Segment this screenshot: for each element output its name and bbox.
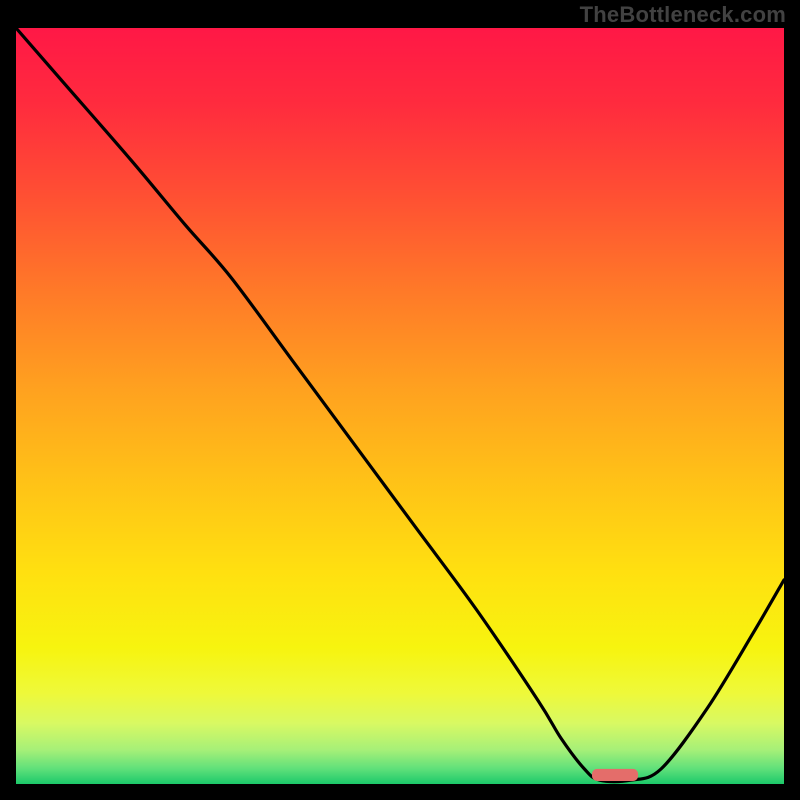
- plot-area: [16, 28, 784, 784]
- watermark-text: TheBottleneck.com: [580, 2, 786, 28]
- optimal-marker: [592, 769, 638, 781]
- chart-frame: TheBottleneck.com: [0, 0, 800, 800]
- chart-svg: [16, 28, 784, 784]
- gradient-background: [16, 28, 784, 784]
